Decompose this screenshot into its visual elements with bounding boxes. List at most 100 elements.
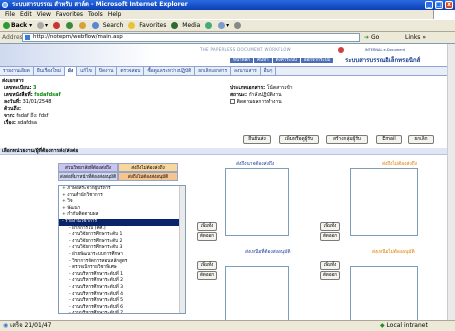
list-approve-not-required[interactable] [350, 266, 418, 320]
header-link-logout[interactable]: ออกจากระบบ [300, 58, 334, 63]
nav-item-check[interactable]: ตรวจสอบ [117, 67, 145, 76]
cat-to-required[interactable]: ส่วนวิทยาลัยที่ต้องส่งถึง [58, 163, 118, 172]
forward-button[interactable]: ▾ [37, 20, 48, 32]
go-button[interactable]: ➔ Go [364, 32, 379, 43]
nav-item-new[interactable]: ยืนเรื่องใหม่ [34, 67, 66, 76]
tree-item[interactable]: + กำกับติดตามผล [59, 212, 185, 219]
logo-icon [338, 47, 344, 53]
list-to-required[interactable] [225, 168, 289, 236]
tree-item[interactable]: + งานสำนักวิชาการ [59, 193, 185, 200]
list-to-not-required[interactable] [350, 168, 418, 236]
track-checkbox-row[interactable]: ติดตามผลการทำงาน [230, 98, 282, 106]
menu-favorites[interactable]: Favorites [56, 11, 83, 18]
address-input[interactable]: http://notepm/webflow/main.asp [22, 33, 360, 42]
cat-approve-required[interactable]: ส่งต่อที่มาหน้าที่ต้องส่งอนุมัติ [58, 172, 118, 181]
header-link-settings[interactable]: ตั้งค่าระบบ [272, 58, 300, 63]
tree-item[interactable]: - งานบริหารศึกษาระดับที่ 2 [59, 278, 185, 285]
nav-item-report[interactable]: รายงานเอียด [0, 67, 34, 76]
tree-item[interactable]: - ตรวจเบิกรายวิชาพิเศษ [59, 265, 185, 272]
close-button[interactable]: x [445, 1, 453, 9]
tree-item[interactable]: - รายงานวิชาการ [59, 218, 185, 226]
refresh-button[interactable] [65, 20, 74, 32]
org-tree[interactable]: + ภาษีอิสระจากผู้บริหาร + งานสำนักวิชาการ… [58, 185, 186, 314]
cat-to-not-required[interactable]: ส่งถึงไม่ต้องส่งถึง [118, 163, 178, 172]
history-button[interactable] [205, 20, 213, 32]
add-recipient-button[interactable]: เพิ่มหรือดูผู้รับ [279, 135, 319, 144]
maximize-button[interactable]: □ [435, 1, 443, 9]
logo-subtitle: INTERNAL e-Document [365, 48, 406, 52]
toolbar: Back ▾ ▾ Search Favorites Media ▾ [0, 19, 455, 32]
add-approve-not-required-button[interactable]: เพิ่มทั้ง [320, 261, 340, 270]
home-icon [78, 22, 86, 29]
links-button[interactable]: Links » [405, 32, 426, 43]
remove-to-not-required-button[interactable]: ตัดออก [320, 232, 340, 241]
minimize-button[interactable]: _ [425, 1, 433, 9]
nav-item-other[interactable]: อื่นๆ [261, 67, 277, 76]
tree-scrollbar[interactable] [179, 186, 185, 313]
page-scrollbar[interactable] [447, 44, 455, 320]
site-banner: THE PAPERLESS DOCUMENT WORKFLOW หน้าหลัก… [0, 44, 447, 66]
status-bar: ◉ เสร็จ 21/01/47 ◆ Local intranet [0, 320, 455, 331]
cancel-button[interactable]: ยกเลิก [408, 135, 434, 144]
add-approve-required-button[interactable]: เพิ่มทั้ง [197, 261, 217, 270]
menu-file[interactable]: File [5, 11, 15, 18]
search-button[interactable]: Search [91, 20, 123, 32]
tree-item[interactable]: + วิจ [59, 199, 185, 206]
label-approve-required: ส่งเหนือที่ต้องส่งอนุมัติ [245, 250, 291, 255]
remove-approve-required-button[interactable]: ตัดออก [197, 271, 217, 280]
menu-help[interactable]: Help [108, 11, 122, 18]
window-title: ระบบสารบรรณ สำหรับ สาล์ด - Microsoft Int… [12, 1, 188, 8]
ie-logo-icon [2, 2, 8, 8]
nav-item-send[interactable]: ผัง [65, 67, 78, 76]
header-link-home[interactable]: หน้าหลัก [230, 58, 254, 63]
star-icon [128, 22, 136, 29]
add-to-not-required-button[interactable]: เพิ่มทั้ง [320, 222, 340, 231]
list-approve-required[interactable] [225, 266, 289, 320]
refresh-icon [65, 22, 73, 29]
main-nav: รายงานเอียด ยืนเรื่องใหม่ ผัง แก้ไข ปิดงาน ตร… [0, 66, 447, 76]
mail-button[interactable]: ▾ [218, 20, 229, 32]
banner-tagline: THE PAPERLESS DOCUMENT WORKFLOW [200, 47, 291, 52]
nav-item-sign[interactable]: ลงนามสาร [231, 67, 261, 76]
tree-list: + ภาษีอิสระจากผู้บริหาร + งานสำนักวิชาการ… [59, 186, 185, 313]
track-checkbox[interactable] [230, 99, 235, 104]
history-icon [205, 22, 213, 29]
menu-tools[interactable]: Tools [88, 11, 103, 18]
mail-icon [218, 22, 226, 29]
remove-approve-not-required-button[interactable]: ตัดออก [320, 271, 340, 280]
nav-item-monitor[interactable]: ซื้อดูแลระหว่างปฏิบัติ [144, 67, 196, 76]
remove-to-required-button[interactable]: ตัดออก [197, 232, 217, 241]
document-info: ส่งเอกสาร เลขทะเบียน: 3 เลขหนังสือที่: f… [0, 76, 447, 126]
menu-view[interactable]: View [37, 11, 51, 18]
nav-item-cancel-doc[interactable]: ยกเลิกเอกสาร [195, 67, 232, 76]
confirm-send-button[interactable]: ยืนยันส่ง [243, 135, 271, 144]
create-group-button[interactable]: สร้างกลุ่มผู้รับ [326, 135, 368, 144]
address-bar: Address http://notepm/webflow/main.asp ➔… [0, 32, 455, 43]
stop-button[interactable] [52, 20, 61, 32]
stop-icon [52, 22, 60, 29]
favorites-button[interactable]: Favorites [128, 20, 166, 32]
nav-item-edit[interactable]: แก้ไข [77, 67, 96, 76]
tree-item[interactable]: - งานวิจัยการศึกษาระดับ 1 [59, 232, 185, 239]
home-button[interactable] [78, 20, 87, 32]
add-to-required-button[interactable]: เพิ่มทั้ง [197, 222, 217, 231]
back-button[interactable]: Back ▾ [3, 20, 32, 32]
header-link-search[interactable]: ค้นหา [254, 58, 272, 63]
window-titlebar: ระบบสารบรรณ สำหรับ สาล์ด - Microsoft Int… [0, 0, 455, 10]
menu-edit[interactable]: Edit [20, 11, 32, 18]
media-button[interactable]: Media [171, 20, 200, 32]
tree-item[interactable]: + ภาษีอิสระจากผู้บริหาร [59, 186, 185, 193]
tree-item[interactable]: - งานบริหารศึกษาระดับที่ 3 [59, 285, 185, 292]
tree-item[interactable]: - งานบริหารศึกษาระดับที่ 7 [59, 311, 185, 313]
email-button[interactable]: Email [376, 135, 402, 144]
status-zone: ◆ Local intranet [380, 322, 428, 329]
back-arrow-icon [3, 22, 10, 29]
nav-item-close[interactable]: ปิดงาน [96, 67, 118, 76]
tree-item[interactable]: - งานวิจัยการศึกษาระดับ 3 [59, 245, 185, 252]
cat-approve-not-required[interactable]: ส่งถึงไม่ต้องส่งอนุมัติ [118, 172, 178, 181]
page-content: THE PAPERLESS DOCUMENT WORKFLOW หน้าหลัก… [0, 43, 455, 320]
tree-item[interactable]: - งานบริหารศึกษาระดับที่ 5 [59, 298, 185, 305]
print-button[interactable] [234, 20, 242, 32]
status-text: ◉ เสร็จ 21/01/47 [3, 322, 52, 329]
tree-item[interactable]: - ฝ่ายพัฒนาระบบการศึกษา [59, 252, 185, 259]
